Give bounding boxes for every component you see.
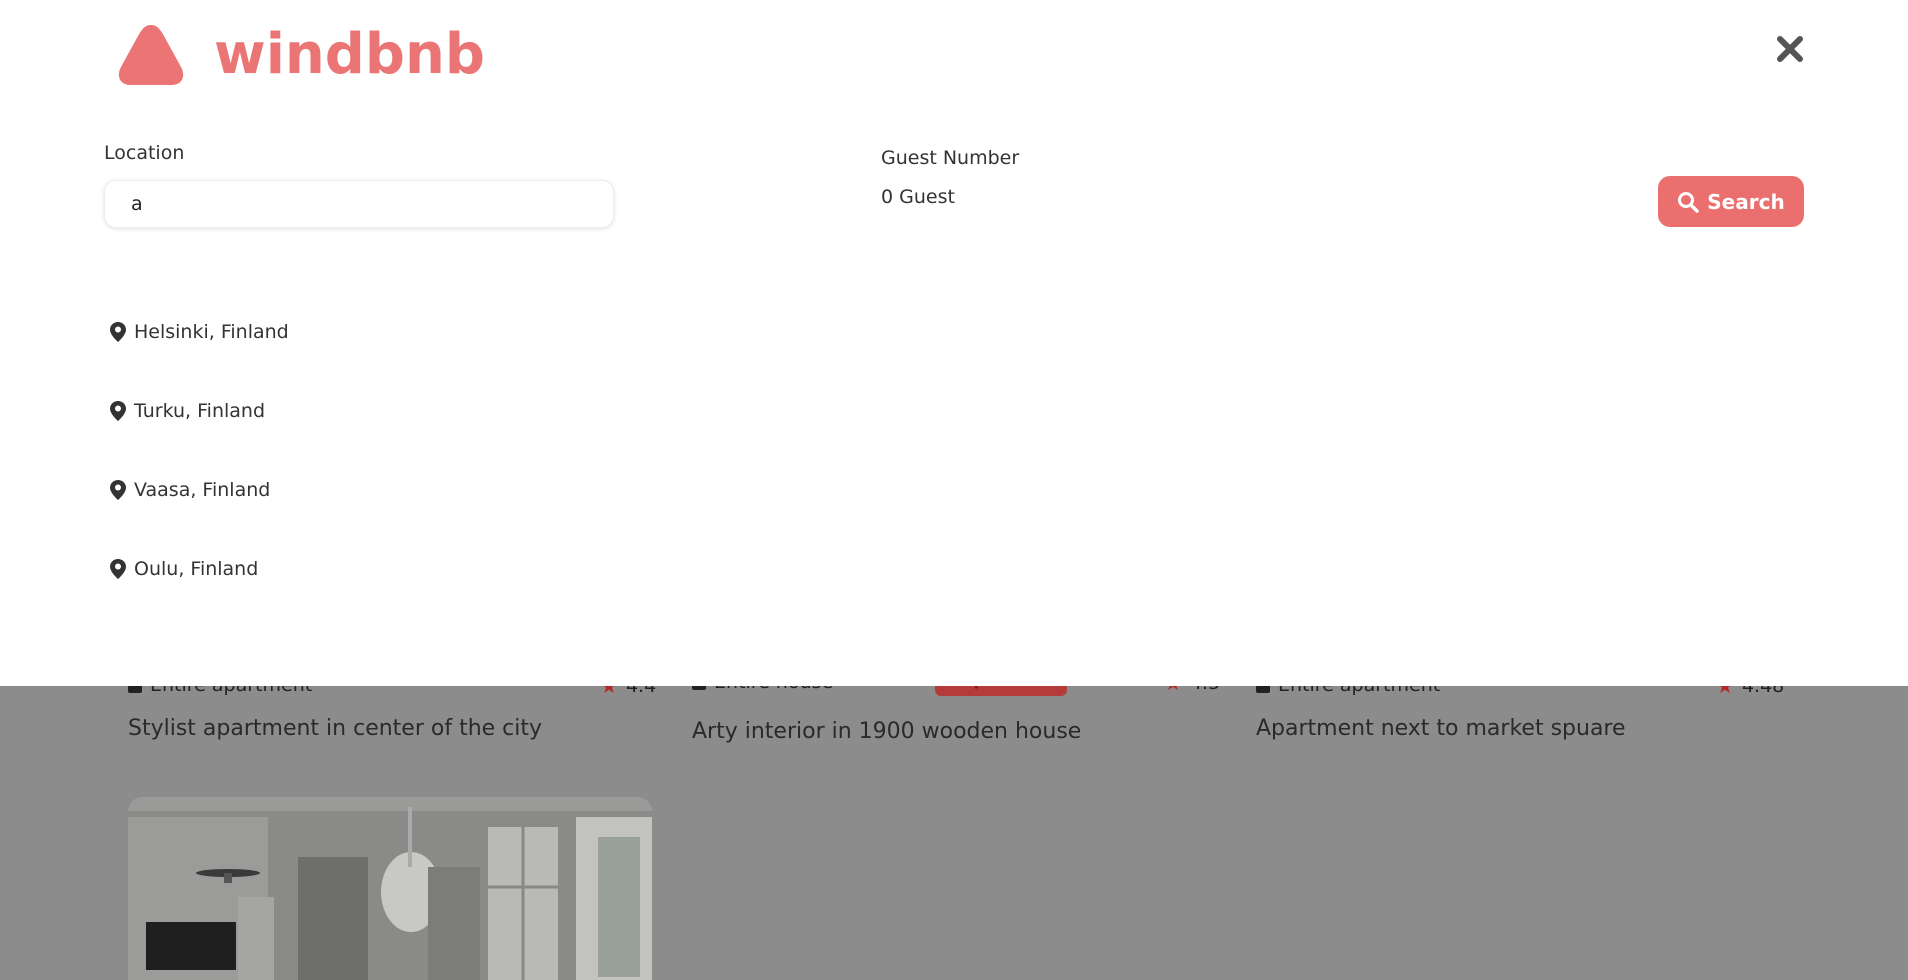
listing-photo[interactable] (128, 797, 652, 980)
suggestion-item[interactable]: Helsinki, Finland (110, 292, 289, 371)
guest-value[interactable]: 0 Guest (881, 186, 955, 208)
search-button-label: Search (1707, 189, 1785, 214)
location-label: Location (104, 142, 185, 164)
suggestion-item[interactable]: Vaasa, Finland (110, 450, 289, 529)
search-button[interactable]: Search (1658, 176, 1804, 227)
guest-label: Guest Number (881, 147, 1020, 169)
close-icon (1777, 36, 1803, 62)
suggestion-item[interactable]: Oulu, Finland (110, 529, 289, 608)
listing-title[interactable]: Apartment next to market spuare (1256, 716, 1626, 741)
location-suggestions: Helsinki, Finland Turku, Finland Vaasa, … (110, 292, 289, 608)
map-pin-icon (110, 321, 126, 342)
map-pin-icon (110, 400, 126, 421)
listing-title[interactable]: Stylist apartment in center of the city (128, 716, 542, 741)
search-icon (1678, 191, 1700, 213)
location-input[interactable] (104, 180, 614, 228)
logo-text: windbnb (214, 22, 485, 87)
logo-icon (118, 24, 184, 85)
search-overlay: windbnb Location Guest Number 0 Guest Se… (0, 0, 1908, 686)
close-button[interactable] (1776, 30, 1808, 70)
suggestion-item[interactable]: Turku, Finland (110, 371, 289, 450)
logo[interactable]: windbnb (116, 22, 485, 87)
map-pin-icon (110, 479, 126, 500)
listing-title[interactable]: Arty interior in 1900 wooden house (692, 719, 1081, 744)
map-pin-icon (110, 558, 126, 579)
